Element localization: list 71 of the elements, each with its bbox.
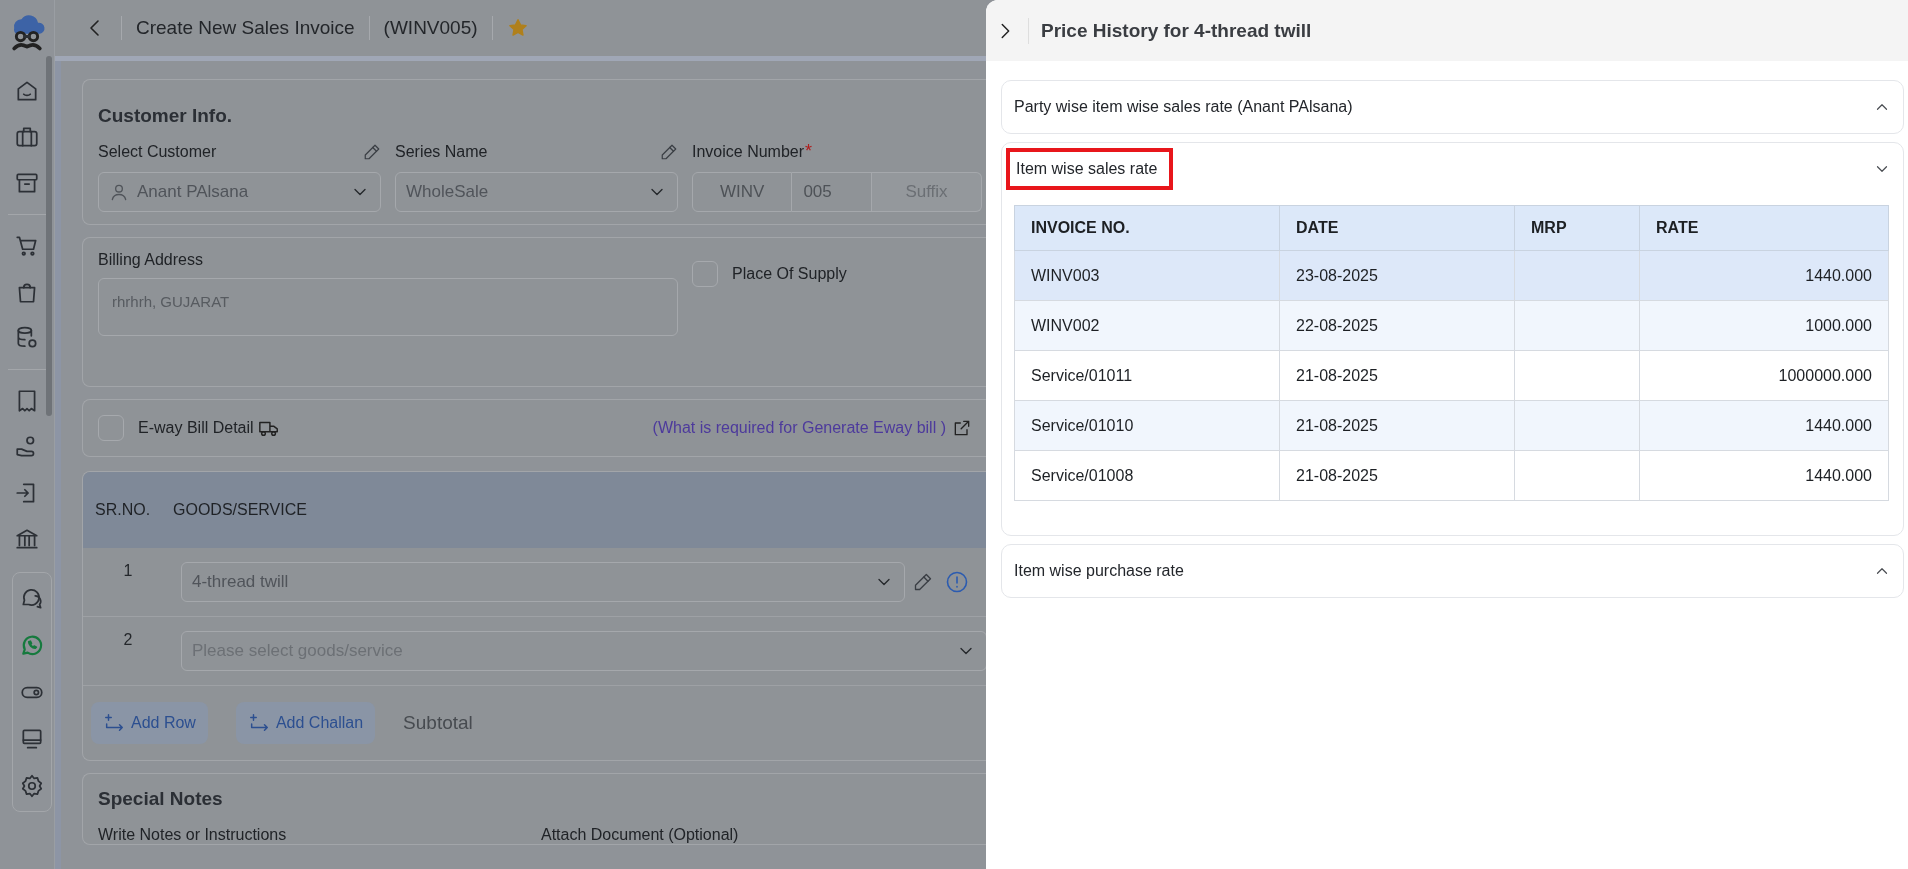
field-label: Billing Address (98, 251, 204, 269)
number-field[interactable]: 005 (792, 172, 872, 212)
database-icon[interactable] (14, 325, 40, 351)
goods-select[interactable]: 4-thread twill (181, 562, 905, 602)
row-number: 2 (122, 630, 134, 649)
required-mark: * (805, 141, 813, 162)
add-button[interactable]: Add Challan (235, 702, 376, 744)
table-cell: WINV003 (1031, 266, 1100, 284)
table-cell: 1440.000 (1805, 416, 1872, 434)
table-cell: 21-08-2025 (1296, 466, 1378, 484)
table-row[interactable]: Service/01011 21-08-2025 1000000.000 (1014, 350, 1889, 401)
select-value: Anant PAlsana (137, 182, 250, 202)
table-cell: 1000.000 (1805, 316, 1872, 334)
accordion-title[interactable]: Item wise sales rate (1006, 148, 1174, 190)
table-cell: WINV002 (1031, 316, 1100, 334)
checkbox-label: E-way Bill Detail (138, 419, 254, 437)
table-cell: Service/01010 (1031, 416, 1134, 434)
table-cell: 23-08-2025 (1296, 266, 1378, 284)
star-icon[interactable] (506, 17, 529, 39)
section-title: Special Notes (98, 787, 224, 811)
invoice-number: (WINV005) (383, 17, 478, 39)
column-header: INVOICE NO. (1014, 205, 1280, 251)
checkbox-label: Place Of Supply (732, 265, 847, 283)
briefcase-icon[interactable] (14, 124, 40, 150)
external-link-icon[interactable] (952, 418, 972, 438)
accordion-title[interactable]: Item wise purchase rate (1014, 558, 1184, 584)
field-label: Invoice Number (692, 143, 805, 161)
monitor-icon[interactable] (19, 726, 45, 752)
column-header: SR.NO. (94, 501, 152, 519)
column-header: GOODS/SERVICE (173, 501, 307, 519)
table-cell: Service/01011 (1031, 366, 1133, 384)
field-label: Write Notes or Instructions (98, 826, 288, 844)
customer-select[interactable]: Anant PAlsana (98, 172, 381, 212)
archive-icon[interactable] (14, 170, 40, 196)
accordion-title[interactable]: Party wise item wise sales rate (Anant PAlsana) (1014, 94, 1353, 120)
select-value: WholeSale (406, 182, 490, 202)
pencil-icon[interactable] (363, 143, 381, 161)
billing-address-field[interactable]: rhrhrh, GUJARAT (98, 278, 678, 336)
pencil-icon[interactable] (913, 572, 933, 592)
user-icon (109, 182, 129, 202)
link[interactable]: (What is required for Generate Eway bill ) (652, 419, 946, 437)
column-header: RATE (1639, 205, 1889, 251)
series-select[interactable]: WholeSale (395, 172, 678, 212)
column-header: MRP (1514, 205, 1640, 251)
field-label: Series Name (395, 143, 488, 161)
field-label: Select Customer (98, 143, 217, 161)
table-row[interactable]: WINV003 23-08-2025 1440.000 (1014, 250, 1889, 301)
table-cell: 21-08-2025 (1296, 416, 1378, 434)
page-title: Create New Sales Invoice (136, 17, 355, 39)
table-cell: 21-08-2025 (1296, 366, 1378, 384)
table-row[interactable]: Service/01008 21-08-2025 1440.000 (1014, 450, 1889, 501)
table-cell: 1000000.000 (1778, 366, 1872, 384)
row-number: 1 (122, 561, 134, 580)
add-row-icon (247, 712, 270, 734)
prefix-field[interactable]: WINV (692, 172, 793, 212)
select-value: 4-thread twill (192, 572, 290, 592)
add-button[interactable]: Add Row (91, 702, 208, 744)
table-cell: 1440.000 (1805, 266, 1872, 284)
table-cell: 1440.000 (1805, 466, 1872, 484)
column-header: DATE (1279, 205, 1515, 251)
table-cell: Service/01008 (1031, 466, 1134, 484)
table-row[interactable]: WINV002 22-08-2025 1000.000 (1014, 300, 1889, 351)
settings-icon[interactable] (19, 773, 45, 799)
table-row[interactable]: Service/01010 21-08-2025 1440.000 (1014, 400, 1889, 451)
drawer-title: Price History for 4-thread twill (1041, 19, 1312, 42)
add-row-icon (103, 712, 125, 734)
section-title: Customer Info. (98, 104, 234, 128)
table-cell: 22-08-2025 (1296, 316, 1378, 334)
pencil-icon[interactable] (660, 143, 678, 161)
field-label: Attach Document (Optional) (541, 826, 740, 844)
subtotal-label: Subtotal (403, 712, 473, 734)
